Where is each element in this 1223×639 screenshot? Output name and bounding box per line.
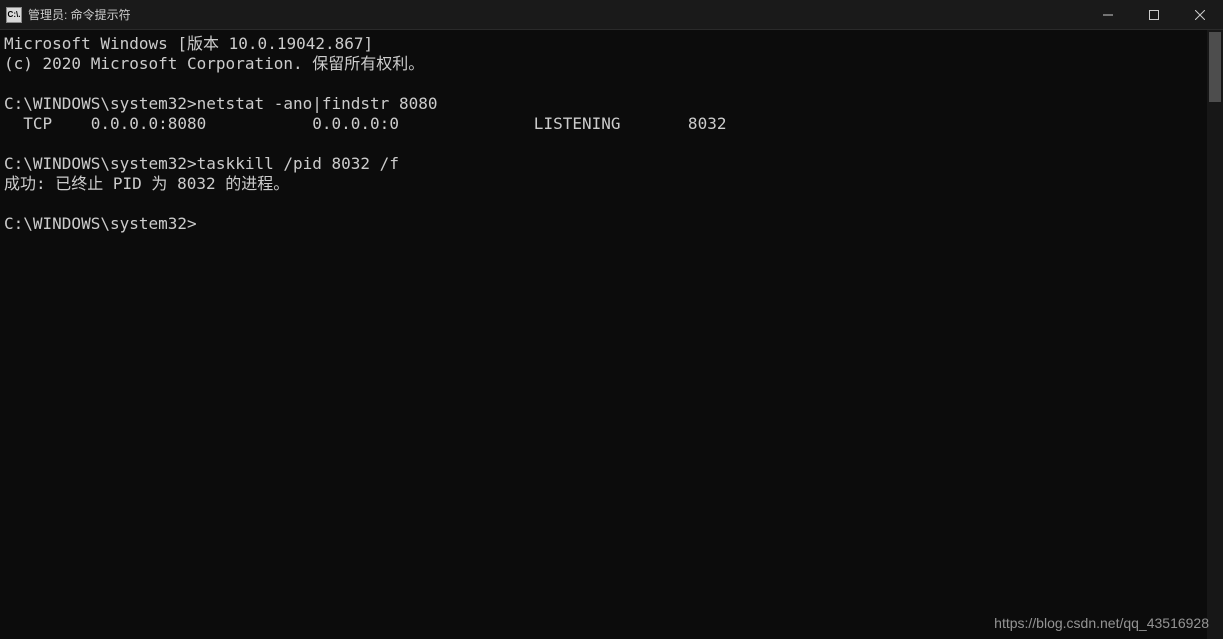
terminal-output[interactable]: Microsoft Windows [版本 10.0.19042.867] (c… [0, 30, 1223, 234]
minimize-icon [1103, 10, 1113, 20]
scrollbar-thumb[interactable] [1209, 32, 1221, 102]
close-icon [1195, 10, 1205, 20]
close-button[interactable] [1177, 0, 1223, 30]
minimize-button[interactable] [1085, 0, 1131, 30]
watermark: https://blog.csdn.net/qq_43516928 [994, 615, 1209, 631]
window-title: 管理员: 命令提示符 [28, 6, 131, 23]
cmd-icon: C:\. [6, 7, 22, 23]
maximize-button[interactable] [1131, 0, 1177, 30]
titlebar: C:\. 管理员: 命令提示符 [0, 0, 1223, 30]
scrollbar-track[interactable] [1207, 30, 1223, 639]
terminal-area: Microsoft Windows [版本 10.0.19042.867] (c… [0, 30, 1223, 639]
maximize-icon [1149, 10, 1159, 20]
